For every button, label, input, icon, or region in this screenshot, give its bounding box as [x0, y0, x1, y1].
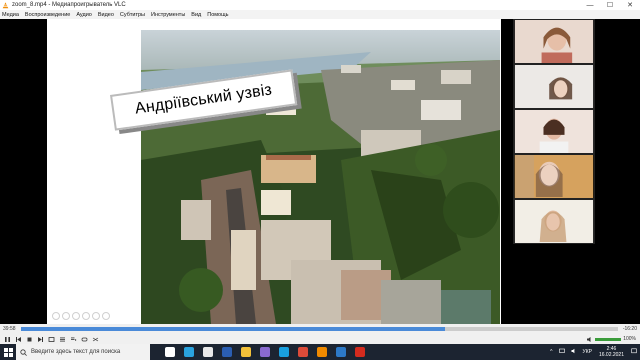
- slide-zoom-icon[interactable]: [92, 312, 100, 320]
- pause-icon[interactable]: [3, 335, 12, 343]
- seek-row: 39:58 -16:20: [0, 324, 640, 334]
- participant-video-5: [513, 199, 595, 244]
- player-controls: 100%: [0, 334, 640, 344]
- volume-control[interactable]: 100%: [586, 336, 636, 343]
- volume-tray-icon[interactable]: [571, 348, 577, 356]
- notifications-icon[interactable]: [631, 348, 637, 356]
- loop-icon[interactable]: [80, 335, 89, 343]
- slide-grid-icon[interactable]: [82, 312, 90, 320]
- slide-more-icon[interactable]: [102, 312, 110, 320]
- taskbar-search-box[interactable]: Введите здесь текст для поиска: [16, 344, 150, 360]
- seek-progress: [20, 327, 445, 331]
- search-icon: [20, 348, 27, 356]
- tray-chevron-icon[interactable]: ^: [550, 349, 552, 355]
- taskbar-clock[interactable]: 2:46 16.02.2021: [599, 346, 624, 358]
- video-area[interactable]: Андріївський узвіз: [0, 19, 640, 324]
- slide-toolbar: [52, 312, 110, 320]
- elapsed-time: 39:58: [3, 326, 16, 332]
- shuffle-icon[interactable]: [91, 335, 100, 343]
- photos-icon[interactable]: [255, 344, 274, 360]
- close-button[interactable]: ✕: [620, 0, 640, 10]
- language-indicator[interactable]: УКР: [583, 349, 592, 355]
- previous-icon[interactable]: [14, 335, 23, 343]
- vlc-cone-icon: [2, 1, 9, 8]
- clock-date: 16.02.2021: [598, 352, 624, 358]
- menu-bar: Медиа Воспроизведение Аудио Видео Субтит…: [0, 10, 640, 19]
- word-icon[interactable]: [217, 344, 236, 360]
- menu-subtitles[interactable]: Субтитры: [120, 12, 145, 18]
- pdf-icon[interactable]: [350, 344, 369, 360]
- participant-gallery: [513, 19, 595, 245]
- window-title: zoom_8.mp4 - Медиапроигрыватель VLC: [12, 2, 126, 8]
- maximize-button[interactable]: ☐: [600, 0, 620, 10]
- participant-video-1: [513, 19, 595, 64]
- participant-video-3: [513, 109, 595, 154]
- volume-slider[interactable]: [595, 337, 622, 341]
- system-tray: ^ УКР 2:46 16.02.2021: [547, 344, 640, 360]
- stop-icon[interactable]: [25, 335, 34, 343]
- network-icon[interactable]: [558, 348, 565, 356]
- menu-view[interactable]: Вид: [191, 12, 201, 18]
- windows-start-icon[interactable]: [0, 344, 16, 360]
- menu-audio[interactable]: Аудио: [76, 12, 92, 18]
- menu-media[interactable]: Медиа: [2, 12, 19, 18]
- participant-video-2: [513, 64, 595, 109]
- skype-icon[interactable]: [274, 344, 293, 360]
- title-bar: zoom_8.mp4 - Медиапроигрыватель VLC — ☐ …: [0, 0, 640, 10]
- window-controls: — ☐ ✕: [580, 0, 640, 10]
- mail-icon[interactable]: [331, 344, 350, 360]
- menu-playback[interactable]: Воспроизведение: [25, 12, 70, 18]
- slide-next-icon[interactable]: [62, 312, 70, 320]
- fullscreen-icon[interactable]: [47, 335, 56, 343]
- task-view-icon[interactable]: [160, 344, 179, 360]
- menu-help[interactable]: Помощь: [207, 12, 228, 18]
- seek-bar[interactable]: [20, 327, 618, 331]
- telegram-icon[interactable]: [179, 344, 198, 360]
- windows-taskbar: Введите здесь текст для поиска ^ УКР 2:4…: [0, 344, 640, 360]
- presentation-slide: Андріївський узвіз: [47, 19, 501, 324]
- menu-video[interactable]: Видео: [98, 12, 114, 18]
- speaker-icon[interactable]: [586, 336, 593, 343]
- store-icon[interactable]: [198, 344, 217, 360]
- taskbar-pinned-apps: [160, 344, 369, 360]
- remaining-time: -16:20: [622, 326, 637, 332]
- volume-value: 100%: [623, 336, 636, 342]
- explorer-icon[interactable]: [236, 344, 255, 360]
- vlc-icon[interactable]: [312, 344, 331, 360]
- minimize-button[interactable]: —: [580, 0, 600, 10]
- next-icon[interactable]: [36, 335, 45, 343]
- participant-video-4: [513, 154, 595, 199]
- chrome-icon[interactable]: [293, 344, 312, 360]
- playlist-icon[interactable]: [69, 335, 78, 343]
- extended-settings-icon[interactable]: [58, 335, 67, 343]
- aerial-city-photo: [141, 30, 500, 324]
- slide-pen-icon[interactable]: [72, 312, 80, 320]
- menu-tools[interactable]: Инструменты: [151, 12, 185, 18]
- search-placeholder: Введите здесь текст для поиска: [31, 349, 121, 355]
- slide-prev-icon[interactable]: [52, 312, 60, 320]
